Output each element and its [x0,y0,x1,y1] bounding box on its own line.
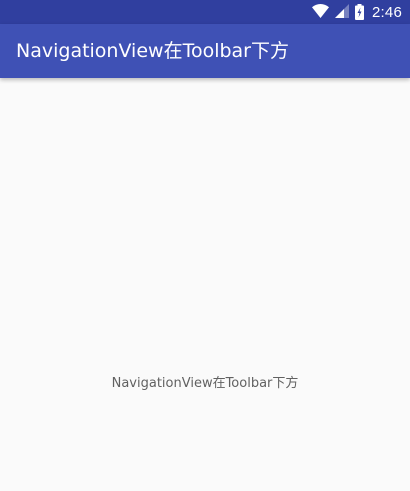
status-icons: 2:46 [312,0,410,24]
battery-icon [355,4,364,20]
main-content: NavigationView在Toolbar下方 [0,78,410,491]
content-text: NavigationView在Toolbar下方 [111,376,299,391]
toolbar-title: NavigationView在Toolbar下方 [16,40,289,62]
signal-icon [335,4,349,20]
status-clock: 2:46 [372,3,402,21]
wifi-icon [312,4,329,20]
status-bar: 2:46 [0,0,410,24]
toolbar: NavigationView在Toolbar下方 [0,24,410,78]
